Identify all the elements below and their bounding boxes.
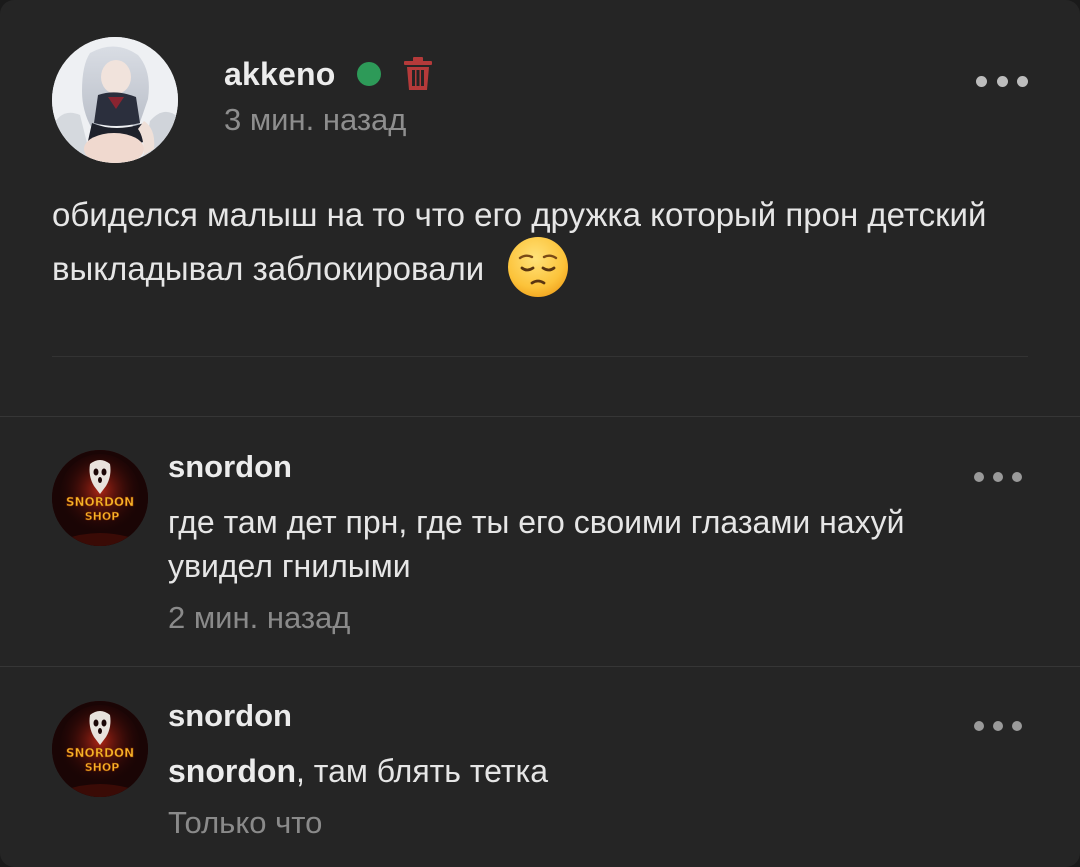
comment-body: snordon, там блять тетка: [168, 749, 968, 793]
post-body: обиделся малыш на то что его дружка кото…: [52, 188, 1012, 298]
comment-more-button[interactable]: [974, 467, 1022, 487]
avatar[interactable]: [52, 37, 178, 163]
avatar-image: [52, 37, 178, 163]
comment-more-button[interactable]: [974, 716, 1022, 736]
comment-text: где там дет прн, где ты его своими глаза…: [168, 504, 905, 584]
more-dot-icon: [974, 472, 984, 482]
comment-timestamp: Только что: [168, 805, 323, 840]
avatar-badge-line2: SHOP: [85, 510, 120, 523]
post-more-button[interactable]: [976, 71, 1028, 91]
more-dot-icon: [1012, 721, 1022, 731]
avatar-badge-line2: SHOP: [85, 761, 120, 774]
post: akkeno 3 мин. назад обиделся малыш на то: [0, 0, 1080, 416]
avatar[interactable]: SNORDON SHOP: [52, 450, 148, 546]
comment-mention[interactable]: snordon: [168, 753, 296, 789]
more-dot-icon: [996, 75, 1008, 87]
trash-icon[interactable]: [403, 57, 433, 91]
comment-author[interactable]: snordon: [168, 449, 292, 485]
avatar[interactable]: SNORDON SHOP: [52, 701, 148, 797]
author-name[interactable]: akkeno: [224, 56, 335, 93]
comment-author[interactable]: snordon: [168, 698, 292, 734]
comment-timestamp: 2 мин. назад: [168, 600, 351, 635]
online-status-icon: [357, 62, 382, 86]
more-dot-icon: [1017, 75, 1028, 87]
avatar-image: SNORDON SHOP: [52, 450, 148, 546]
avatar-badge-line1: SNORDON: [66, 495, 134, 509]
avatar-badge-line1: SNORDON: [66, 746, 134, 760]
more-dot-icon: [1012, 472, 1022, 482]
post-timestamp: 3 мин. назад: [224, 102, 407, 137]
more-dot-icon: [993, 721, 1003, 731]
comment-item: SNORDON SHOP snordon где там дет прн, гд…: [0, 417, 1080, 666]
comment-item: SNORDON SHOP snordon snordon, там блять …: [0, 667, 1080, 867]
more-dot-icon: [993, 472, 1003, 482]
post-divider: [52, 356, 1028, 357]
avatar-image: SNORDON SHOP: [52, 701, 148, 797]
more-dot-icon: [974, 721, 984, 731]
comments-panel: akkeno 3 мин. назад обиделся малыш на то: [0, 0, 1080, 867]
post-author-row: akkeno: [224, 52, 433, 96]
comment-text: , там блять тетка: [295, 753, 549, 789]
more-dot-icon: [976, 75, 987, 87]
pensive-face-icon: [507, 236, 569, 298]
